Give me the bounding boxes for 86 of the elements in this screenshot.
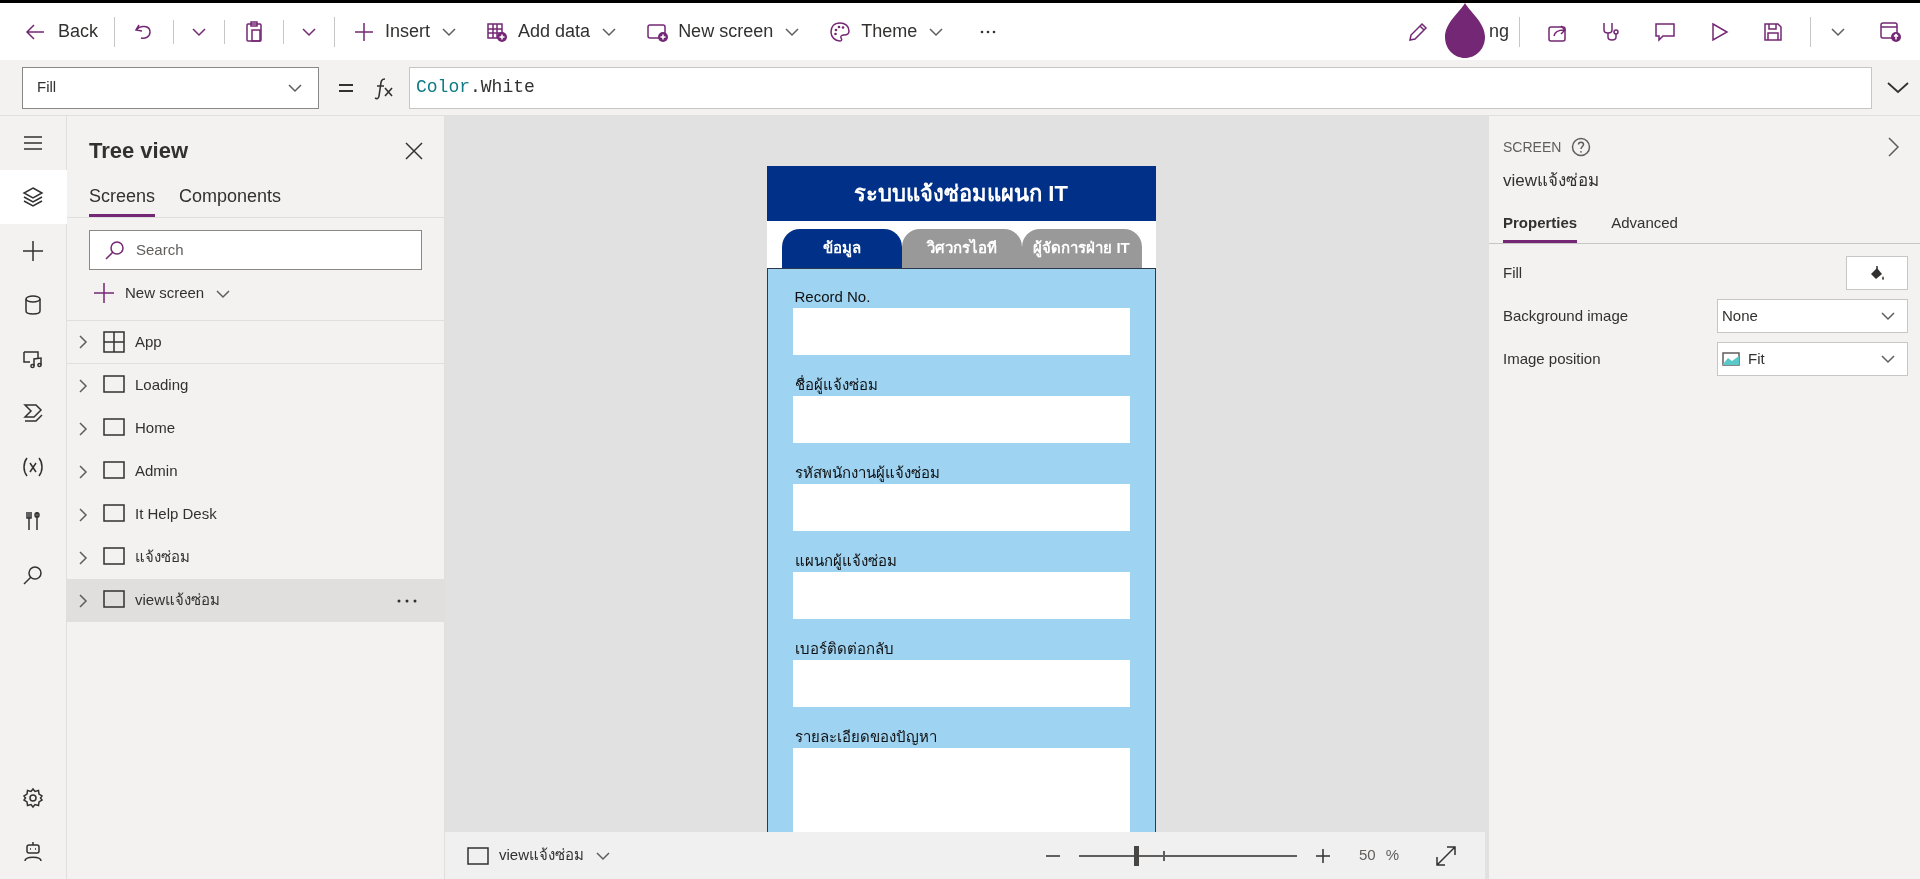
chevron-right-icon[interactable] [77, 592, 89, 609]
comment-icon[interactable] [1654, 20, 1676, 43]
input-field[interactable] [792, 572, 1130, 619]
tree-item[interactable]: It Help Desk [67, 493, 444, 536]
field-label: รหัสพนักงานผู้แจ้งซ่อม [793, 463, 941, 484]
zoom-value: 50 [1358, 845, 1376, 866]
variable-icon [22, 456, 44, 478]
search-icon [22, 564, 44, 586]
new-screen-button[interactable]: New screen [93, 278, 444, 308]
zoom-unit: % [1385, 845, 1399, 866]
fill-color-button[interactable] [1846, 256, 1908, 290]
pencil-icon[interactable] [1406, 20, 1429, 43]
tree-item[interactable]: Home [67, 407, 444, 450]
property-dropdown[interactable]: None [1717, 299, 1908, 333]
field-label: Record No. [793, 287, 872, 307]
menu-button[interactable]: Add data [478, 11, 627, 52]
panel-title: Tree view [89, 137, 189, 165]
save-icon[interactable] [1762, 20, 1784, 43]
chevron-right-icon[interactable] [77, 549, 89, 566]
tree-item[interactable]: แจ้งซ่อม [67, 536, 444, 579]
property-label: Fill [1503, 262, 1523, 283]
slider-thumb[interactable] [1133, 845, 1139, 866]
app-tab[interactable]: ข้อมูล [781, 229, 902, 268]
chevron-right-icon[interactable] [77, 506, 89, 523]
panel-tab[interactable]: Components [179, 183, 282, 217]
panel-tab[interactable]: Properties [1503, 211, 1578, 243]
chevron-right-icon[interactable] [77, 377, 89, 394]
search-field[interactable]: Search [89, 230, 422, 270]
formula-input[interactable]: Color.White [409, 66, 1872, 109]
input-field[interactable] [792, 748, 1130, 832]
plus-icon [353, 20, 376, 43]
chevron-right-icon[interactable] [77, 463, 89, 480]
zoom-slider[interactable] [1078, 845, 1297, 866]
help-icon[interactable] [1571, 137, 1592, 157]
property-label: Background image [1503, 305, 1629, 326]
image-icon [1722, 352, 1740, 366]
screen-name: viewแจ้งซ่อม [1502, 170, 1600, 192]
field-label: รายละเอียดของปัญหา [793, 727, 938, 747]
plus-icon[interactable] [1314, 847, 1331, 864]
property-dropdown[interactable]: Fill [22, 66, 319, 109]
chevron-right-icon[interactable] [1886, 136, 1900, 158]
layers-tab[interactable] [0, 170, 67, 224]
search-icon [104, 240, 124, 260]
menu-button[interactable]: New screen [638, 11, 810, 52]
back-button[interactable]: Back [18, 11, 105, 52]
robot-icon [22, 841, 44, 863]
input-field[interactable] [792, 484, 1130, 531]
chevron-right-icon[interactable] [77, 334, 89, 350]
app-header: ระบบแจ้งซ่อมแผนก IT [766, 166, 1156, 221]
plus-icon [22, 240, 44, 262]
menu-button[interactable]: Insert [345, 11, 467, 52]
input-field[interactable] [792, 660, 1130, 707]
plus-icon [93, 282, 115, 304]
chevron-right-icon[interactable] [77, 420, 89, 437]
layers-icon [22, 186, 44, 208]
stethoscope-icon[interactable] [1600, 20, 1622, 43]
tree-item[interactable]: Loading [67, 364, 444, 407]
field-label: แผนกผู้แจ้งซ่อม [793, 551, 898, 572]
close-icon[interactable] [404, 140, 424, 161]
settings-icon [22, 787, 44, 809]
tree-item[interactable]: App [67, 321, 444, 364]
media-icon [22, 348, 44, 370]
drop-shape-icon [1442, 2, 1487, 59]
property-label: Image position [1503, 348, 1601, 369]
input-field[interactable] [792, 396, 1130, 443]
screen-icon [467, 846, 489, 865]
fx-icon [373, 75, 395, 100]
tree-item[interactable]: viewแจ้งซ่อม [67, 579, 444, 622]
publish-icon[interactable] [1879, 20, 1902, 43]
app-grid-icon [103, 331, 125, 353]
palette-icon [829, 20, 852, 43]
database-icon [22, 294, 44, 316]
input-field[interactable] [792, 308, 1130, 355]
tree-item[interactable]: Admin [67, 450, 444, 493]
fullscreen-icon[interactable] [1435, 844, 1457, 867]
panel-type-label: SCREEN [1503, 137, 1562, 157]
screen-picker[interactable]: viewแจ้งซ่อม [467, 844, 612, 867]
editing-text: ng [1488, 20, 1509, 43]
field-label: ชื่อผู้แจ้งซ่อม [793, 374, 879, 396]
panel-tab[interactable]: Advanced [1611, 211, 1678, 243]
property-dropdown[interactable]: Fit [1717, 342, 1908, 376]
panel-tab[interactable]: Screens [89, 183, 156, 217]
field-label: เบอร์ติดต่อกลับ [793, 639, 895, 659]
menu-button[interactable]: Theme [821, 11, 954, 52]
table-add-icon [486, 20, 509, 43]
flow-icon [22, 402, 44, 424]
